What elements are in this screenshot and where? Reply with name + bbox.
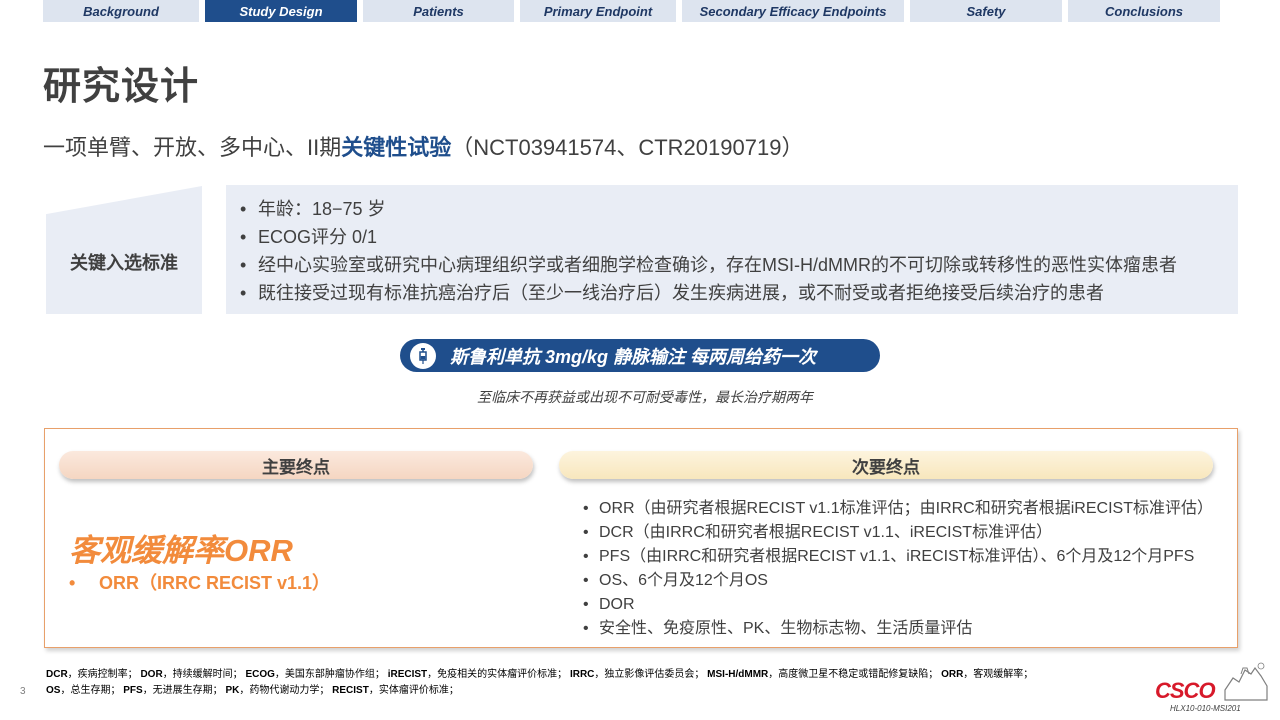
treatment-regimen-text: 斯鲁利单抗 3mg/kg 静脉输注 每两周给药一次: [450, 346, 817, 367]
secondary-endpoint-item: 安全性、免疫原性、PK、生物标志物、生活质量评估: [583, 617, 1213, 641]
abbr-term: iRECIST: [387, 669, 428, 680]
abbreviations-line-1: DCR，疾病控制率； DOR，持续缓解时间； ECOG，美国东部肿瘤协作组； i…: [46, 667, 1146, 683]
secondary-endpoints-list: ORR（由研究者根据RECIST v1.1标准评估；由IRRC和研究者根据iRE…: [583, 497, 1213, 641]
abbr-term: PFS: [123, 685, 143, 696]
document-code: HLX10-010-MSI201: [1170, 704, 1241, 713]
tab-label: Study Design: [239, 3, 323, 19]
abbr-def: ，实体瘤评价标准；: [368, 685, 459, 696]
abbr-def: ，无进展生存期；: [142, 685, 223, 696]
abbr-def: ，总生存期；: [60, 685, 121, 696]
tab-label: Conclusions: [1104, 3, 1183, 19]
secondary-endpoint-item: OS、6个月及12个月OS: [583, 569, 1213, 593]
primary-endpoint-item: • ORR（IRRC RECIST v1.1）: [69, 569, 330, 595]
abbr-term: ORR: [941, 669, 964, 680]
abbr-def: ，持续缓解时间；: [162, 669, 243, 680]
inclusion-label-box: 关键入选标准: [46, 186, 202, 314]
tab-secondary-efficacy-endpoints[interactable]: Secondary Efficacy Endpoints: [682, 0, 904, 22]
syringe-icon: [410, 343, 436, 369]
abbr-term: ECOG: [245, 669, 275, 680]
secondary-endpoint-item: DCR（由IRRC和研究者根据RECIST v1.1、iRECIST标准评估）: [583, 521, 1213, 545]
endpoints-panel: 主要终点 次要终点 客观缓解率ORR • ORR（IRRC RECIST v1.1…: [44, 428, 1238, 648]
logo-text: CSCO: [1155, 678, 1216, 703]
secondary-endpoint-item: ORR（由研究者根据RECIST v1.1标准评估；由IRRC和研究者根据iRE…: [583, 497, 1213, 521]
tab-conclusions[interactable]: Conclusions: [1068, 0, 1220, 22]
tab-label: Patients: [413, 3, 464, 19]
tab-label: Safety: [966, 3, 1006, 19]
inclusion-criteria-list: 年龄：18−75 岁 ECOG评分 0/1 经中心实验室或研究中心病理组织学或者…: [240, 195, 1224, 307]
abbr-term: PK: [225, 685, 240, 696]
inclusion-criteria-panel: 年龄：18−75 岁 ECOG评分 0/1 经中心实验室或研究中心病理组织学或者…: [226, 185, 1238, 314]
secondary-endpoint-item: DOR: [583, 593, 1213, 617]
treatment-duration-note: 至临床不再获益或出现不可耐受毒性，最长治疗期两年: [477, 389, 813, 405]
abbr-term: OS: [46, 685, 61, 696]
abbr-def: ，美国东部肿瘤协作组；: [274, 669, 385, 680]
section-nav: Background Study Design Patients Primary…: [43, 0, 1238, 22]
abbr-term: MSI-H/dMMR: [707, 669, 769, 680]
treatment-regimen-pill: 斯鲁利单抗 3mg/kg 静脉输注 每两周给药一次: [400, 339, 880, 372]
subtitle-suffix: （NCT03941574、CTR20190719）: [451, 135, 804, 160]
tab-patients[interactable]: Patients: [363, 0, 514, 22]
abbreviations-footnote: DCR，疾病控制率； DOR，持续缓解时间； ECOG，美国东部肿瘤协作组； i…: [46, 667, 1146, 699]
inclusion-label: 关键入选标准: [70, 253, 178, 273]
abbr-def: ，客观缓解率；: [963, 669, 1034, 680]
subtitle-prefix: 一项单臂、开放、多中心、II期: [43, 135, 342, 160]
inclusion-item: ECOG评分 0/1: [240, 223, 1224, 251]
csco-logo: CSCO: [1155, 660, 1270, 705]
tab-safety[interactable]: Safety: [910, 0, 1062, 22]
inclusion-item: 经中心实验室或研究中心病理组织学或者细胞学检查确诊，存在MSI-H/dMMR的不…: [240, 251, 1224, 279]
inclusion-item: 年龄：18−75 岁: [240, 195, 1224, 223]
tab-study-design[interactable]: Study Design: [205, 0, 357, 22]
bullet: •: [69, 573, 76, 593]
tab-label: Secondary Efficacy Endpoints: [699, 3, 887, 19]
tab-background[interactable]: Background: [43, 0, 199, 22]
abbr-term: DOR: [140, 669, 163, 680]
page-number: 3: [20, 686, 26, 697]
abbr-def: ，免疫相关的实体瘤评价标准；: [427, 669, 568, 680]
page-title: 研究设计: [43, 66, 200, 108]
subtitle-highlight: 关键性试验: [341, 135, 452, 160]
study-subtitle: 一项单臂、开放、多中心、II期关键性试验（NCT03941574、CTR2019…: [43, 130, 803, 162]
tab-primary-endpoint[interactable]: Primary Endpoint: [520, 0, 676, 22]
tab-label: Primary Endpoint: [543, 3, 653, 19]
abbr-term: DCR: [46, 669, 68, 680]
primary-endpoint-item-text: ORR（IRRC RECIST v1.1）: [99, 573, 331, 593]
primary-endpoint-header: 主要终点: [59, 451, 533, 479]
secondary-endpoint-item: PFS（由IRRC和研究者根据RECIST v1.1、iRECIST标准评估）、…: [583, 545, 1213, 569]
abbr-term: IRRC: [569, 669, 595, 680]
abbr-term: RECIST: [332, 685, 369, 696]
inclusion-item: 既往接受过现有标准抗癌治疗后（至少一线治疗后）发生疾病进展，或不耐受或者拒绝接受…: [240, 279, 1224, 307]
primary-endpoint-title: 客观缓解率ORR: [69, 533, 293, 568]
abbr-def: ，药物代谢动力学；: [239, 685, 330, 696]
abbreviations-line-2: OS，总生存期； PFS，无进展生存期； PK，药物代谢动力学； RECIST，…: [46, 683, 1146, 699]
secondary-endpoint-header: 次要终点: [559, 451, 1213, 479]
tab-label: Background: [83, 3, 159, 19]
primary-endpoint-header-label: 主要终点: [262, 457, 330, 477]
secondary-endpoint-header-label: 次要终点: [852, 457, 920, 477]
abbr-def: ，疾病控制率；: [67, 669, 138, 680]
abbr-def: ，独立影像评估委员会；: [594, 669, 705, 680]
abbr-def: ，高度微卫星不稳定或错配修复缺陷；: [768, 669, 939, 680]
